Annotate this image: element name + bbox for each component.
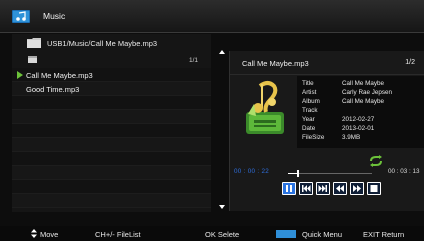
metadata-row-artist: Artist Carly Rae Jepsen xyxy=(297,89,424,97)
metadata-key: Artist xyxy=(302,89,317,96)
track-metadata: Title Call Me Maybe Artist Carly Rae Jep… xyxy=(297,76,424,148)
folder-icon xyxy=(27,38,41,48)
track-index: 1/2 xyxy=(405,59,415,66)
total-time: 00 : 03 : 13 xyxy=(388,168,420,175)
metadata-value: Call Me Maybe xyxy=(342,98,384,105)
parent-folder-icon xyxy=(28,56,37,63)
metadata-key: Album xyxy=(302,98,320,105)
rewind-icon xyxy=(336,185,344,192)
metadata-row-track: Track xyxy=(297,107,424,115)
empty-row xyxy=(12,152,211,166)
skip-next-icon xyxy=(318,185,327,192)
empty-row xyxy=(12,166,211,180)
fast-forward-icon xyxy=(353,185,361,192)
music-note-album-art-icon xyxy=(246,81,284,134)
metadata-value: 3.9MB xyxy=(342,134,361,141)
progress-bar[interactable] xyxy=(288,170,372,177)
skip-previous-icon xyxy=(302,185,311,192)
rewind-button[interactable] xyxy=(333,182,347,195)
file-name: Good Time.mp3 xyxy=(26,85,80,94)
next-button[interactable] xyxy=(316,182,330,195)
empty-row xyxy=(12,194,211,208)
metadata-key: Year xyxy=(302,116,315,123)
playing-indicator-icon xyxy=(17,71,23,79)
hint-filelist: CH+/- FileList xyxy=(95,230,141,239)
pause-icon xyxy=(286,185,292,192)
pause-button[interactable] xyxy=(282,182,296,195)
metadata-key: FileSize xyxy=(302,134,325,141)
empty-row xyxy=(12,124,211,138)
metadata-row-title: Title Call Me Maybe xyxy=(297,80,424,88)
file-row[interactable]: Call Me Maybe.mp3 xyxy=(12,68,211,82)
scroll-down-arrow-icon[interactable] xyxy=(219,205,225,209)
hint-exit: EXIT Return xyxy=(363,230,405,239)
music-app-icon xyxy=(12,10,30,23)
metadata-row-filesize: FileSize 3.9MB xyxy=(297,134,424,142)
metadata-value: 2012-02-27 xyxy=(342,116,375,123)
now-playing-header: Call Me Maybe.mp3 1/2 xyxy=(230,51,424,75)
stop-icon xyxy=(370,185,378,192)
metadata-key: Date xyxy=(302,125,316,132)
file-row[interactable]: Good Time.mp3 xyxy=(12,82,211,96)
up-down-arrows-icon xyxy=(31,229,37,238)
stop-button[interactable] xyxy=(367,182,381,195)
empty-row xyxy=(12,110,211,124)
playback-progress: 00 : 00 : 22 00 : 03 : 13 xyxy=(230,166,424,178)
fast-forward-button[interactable] xyxy=(350,182,364,195)
page-counter: 1/1 xyxy=(188,57,198,64)
metadata-key: Title xyxy=(302,80,314,87)
file-list: Call Me Maybe.mp3 Good Time.mp3 xyxy=(12,68,211,208)
path-breadcrumb: USB1/Music/Call Me Maybe.mp3 xyxy=(12,34,211,51)
blue-key-swatch xyxy=(276,230,296,238)
current-time: 00 : 00 : 22 xyxy=(234,168,270,175)
hint-select: OK Selete xyxy=(205,230,240,239)
current-path: USB1/Music/Call Me Maybe.mp3 xyxy=(47,39,158,48)
now-playing-panel: Call Me Maybe.mp3 1/2 Title Call Me Mayb… xyxy=(229,51,424,211)
empty-row xyxy=(12,180,211,194)
file-name: Call Me Maybe.mp3 xyxy=(26,71,93,80)
header-bar: Music xyxy=(0,0,424,33)
media-player-screen: Music USB1/Music/Call Me Maybe.mp3 1/1 C… xyxy=(0,0,424,241)
metadata-row-album: Album Call Me Maybe xyxy=(297,98,424,106)
metadata-value: 2013-02-01 xyxy=(342,125,375,132)
empty-row xyxy=(12,138,211,152)
page-title: Music xyxy=(43,11,66,21)
previous-button[interactable] xyxy=(299,182,313,195)
parent-folder-row[interactable]: 1/1 xyxy=(12,52,211,66)
footer-hint-bar: Move CH+/- FileList OK Selete Quick Menu… xyxy=(0,226,424,241)
metadata-row-year: Year 2012-02-27 xyxy=(297,116,424,124)
hint-move: Move xyxy=(40,230,59,239)
now-playing-title: Call Me Maybe.mp3 xyxy=(242,59,309,68)
metadata-key: Track xyxy=(302,107,318,114)
metadata-row-date: Date 2013-02-01 xyxy=(297,125,424,133)
metadata-value: Carly Rae Jepsen xyxy=(342,89,393,96)
scroll-up-arrow-icon[interactable] xyxy=(219,50,225,54)
progress-thumb[interactable] xyxy=(296,170,299,177)
metadata-value: Call Me Maybe xyxy=(342,80,384,87)
empty-row xyxy=(12,96,211,110)
hint-quick-menu: Quick Menu xyxy=(302,230,343,239)
file-browser-pane: USB1/Music/Call Me Maybe.mp3 1/1 Call Me… xyxy=(12,34,211,212)
